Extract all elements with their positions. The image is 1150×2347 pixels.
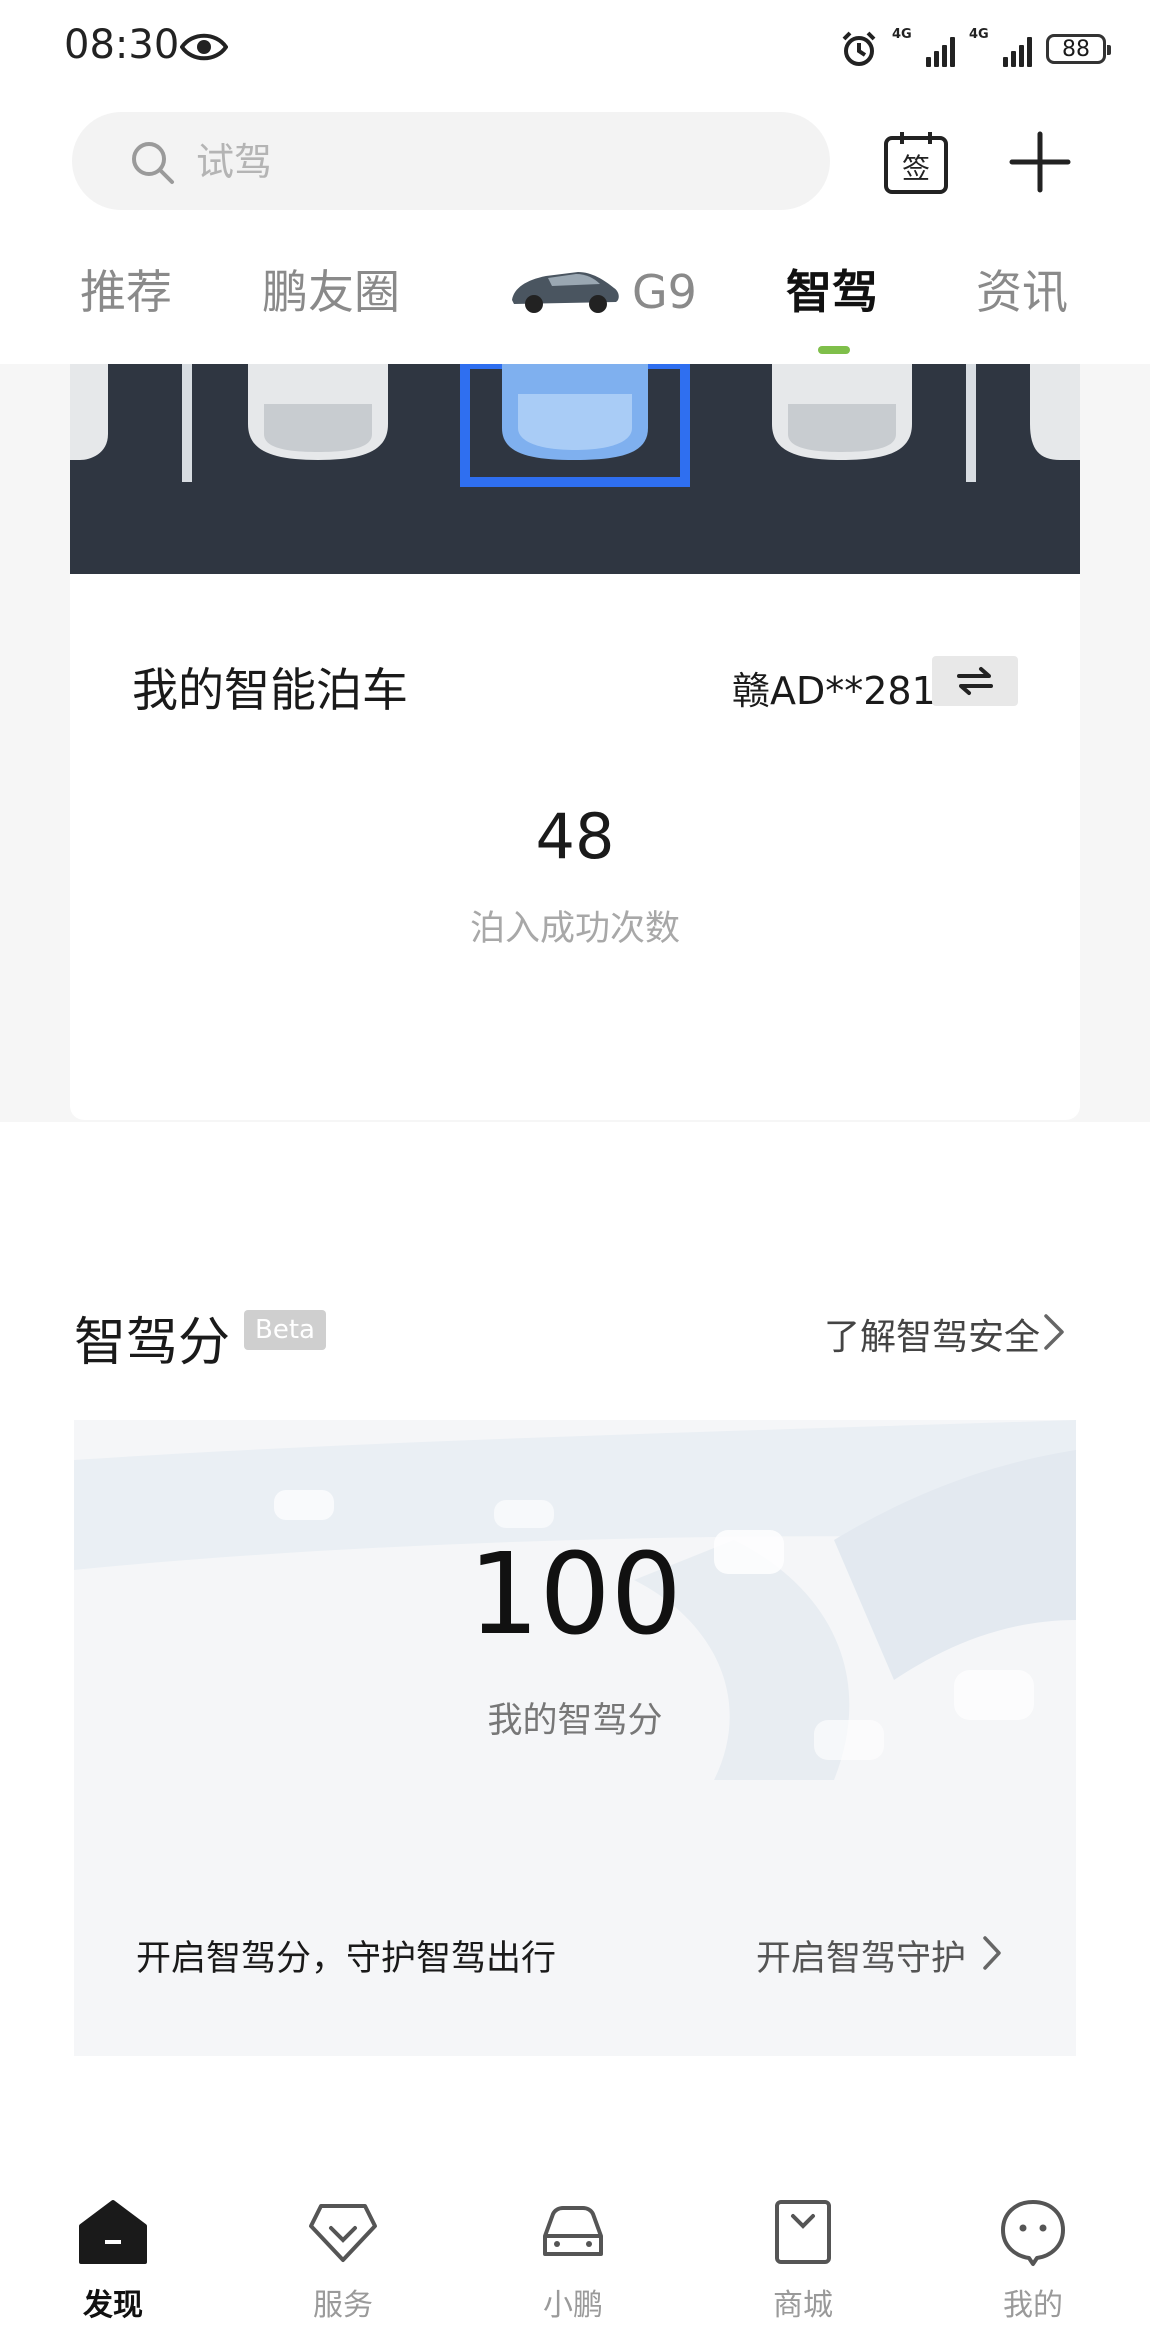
- nav-service-label: 服务: [313, 2288, 373, 2323]
- status-time: 08:30: [64, 22, 180, 68]
- tab-community[interactable]: 鹏友圈: [262, 262, 400, 322]
- status-icons: 4G 4G 88: [840, 24, 1111, 74]
- learn-safety-link[interactable]: 了解智驾安全: [824, 1308, 1040, 1360]
- nav-service[interactable]: 服务: [268, 2196, 418, 2324]
- tab-smart-drive[interactable]: 智驾: [786, 262, 878, 322]
- beta-badge: Beta: [244, 1310, 326, 1350]
- tab-recommend[interactable]: 推荐: [80, 262, 172, 322]
- service-icon: [309, 2204, 377, 2262]
- plus-icon[interactable]: [1008, 130, 1072, 194]
- drive-score-value: 100: [468, 1530, 682, 1660]
- nav-mall-label: 商城: [773, 2288, 833, 2323]
- nav-discover-label: 发现: [83, 2288, 143, 2323]
- chevron-right-icon-2[interactable]: [980, 1934, 1004, 1972]
- network-label-2: 4G: [969, 27, 989, 42]
- calendar-label: 签: [902, 152, 930, 185]
- license-plate: 赣AD**281: [732, 669, 936, 713]
- drive-score-label: 我的智驾分: [487, 1701, 663, 1741]
- alarm-icon: [842, 31, 876, 66]
- battery-level: 88: [1062, 36, 1090, 62]
- chevron-right-icon[interactable]: [1040, 1312, 1068, 1352]
- profile-face-icon: [1001, 2200, 1065, 2266]
- signal-icon: 4G: [892, 27, 955, 67]
- car-icon: [543, 2206, 603, 2256]
- nav-mine-label: 我的: [1003, 2288, 1063, 2323]
- parking-success-count: 48: [535, 800, 615, 873]
- parking-illustration: [70, 364, 1080, 574]
- parking-success-label: 泊入成功次数: [469, 909, 680, 949]
- network-label: 4G: [892, 27, 912, 42]
- search-input[interactable]: [72, 112, 830, 210]
- home-icon: [79, 2200, 147, 2264]
- nav-xpeng[interactable]: 小鹏: [498, 2196, 648, 2324]
- car-thumbnail-icon: [512, 272, 619, 313]
- shopping-bag-icon: [775, 2200, 831, 2264]
- search-icon: [132, 142, 174, 184]
- swap-icon: [957, 667, 993, 695]
- search-placeholder: 试驾: [196, 140, 273, 184]
- nav-xpeng-label: 小鹏: [543, 2288, 603, 2323]
- battery-icon: 88: [1046, 34, 1111, 64]
- parking-lot-image: [70, 364, 1080, 574]
- nav-mine[interactable]: 我的: [958, 2196, 1108, 2324]
- drive-score-title: 智驾分: [74, 1313, 231, 1373]
- smart-parking-title: 我的智能泊车: [132, 663, 408, 717]
- tab-news[interactable]: 资讯: [976, 262, 1068, 322]
- signal-icon-2: 4G: [969, 27, 1032, 67]
- tab-g9[interactable]: G9: [632, 262, 697, 322]
- calendar-checkin-icon[interactable]: 签: [882, 128, 950, 196]
- enable-score-text: 开启智驾分，守护智驾出行: [136, 1939, 557, 1979]
- eye-icon: [180, 33, 228, 61]
- nav-mall[interactable]: 商城: [728, 2196, 878, 2324]
- tab-active-indicator: [818, 346, 850, 354]
- enable-guard-link[interactable]: 开启智驾守护: [756, 1930, 966, 1981]
- nav-discover[interactable]: 发现: [38, 2196, 188, 2324]
- switch-vehicle-button[interactable]: [932, 656, 1018, 706]
